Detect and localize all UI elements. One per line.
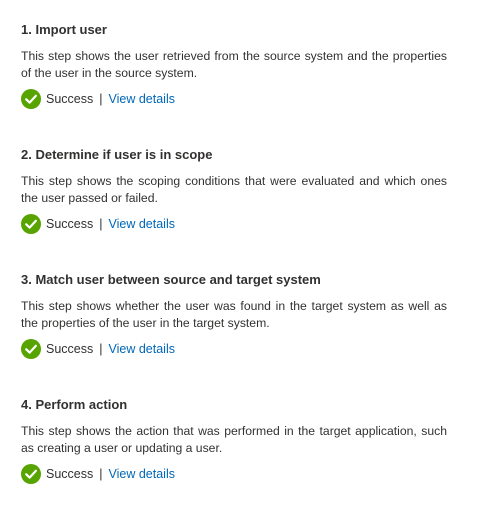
status-text: Success [46, 467, 94, 481]
view-details-link[interactable]: View details [109, 342, 175, 356]
step-description: This step shows the scoping conditions t… [21, 174, 447, 205]
separator: | [99, 92, 103, 106]
success-check-icon [21, 339, 41, 359]
view-details-link[interactable]: View details [109, 217, 175, 231]
step-match-user: 3. Match user between source and target … [21, 272, 447, 360]
success-check-icon [21, 214, 41, 234]
separator: | [99, 467, 103, 481]
view-details-link[interactable]: View details [109, 467, 175, 481]
success-check-icon [21, 464, 41, 484]
step-perform-action: 4. Perform action This step shows the ac… [21, 397, 447, 485]
step-title: 3. Match user between source and target … [21, 272, 321, 287]
step-title: 1. Import user [21, 22, 107, 37]
step-title: 2. Determine if user is in scope [21, 147, 213, 162]
view-details-link[interactable]: View details [109, 92, 175, 106]
separator: | [99, 342, 103, 356]
step-description: This step shows whether the user was fou… [21, 299, 447, 330]
step-description: This step shows the action that was perf… [21, 424, 447, 455]
step-description: This step shows the user retrieved from … [21, 49, 447, 80]
status-text: Success [46, 217, 94, 231]
provisioning-steps-page: 1. Import user This step shows the user … [0, 0, 480, 512]
status-row: Success | View details [21, 88, 447, 110]
status-text: Success [46, 92, 94, 106]
status-text: Success [46, 342, 94, 356]
separator: | [99, 217, 103, 231]
step-determine-scope: 2. Determine if user is in scope This st… [21, 147, 447, 235]
status-row: Success | View details [21, 213, 447, 235]
status-row: Success | View details [21, 463, 447, 485]
success-check-icon [21, 89, 41, 109]
step-title: 4. Perform action [21, 397, 128, 412]
step-import-user: 1. Import user This step shows the user … [21, 22, 447, 110]
status-row: Success | View details [21, 338, 447, 360]
